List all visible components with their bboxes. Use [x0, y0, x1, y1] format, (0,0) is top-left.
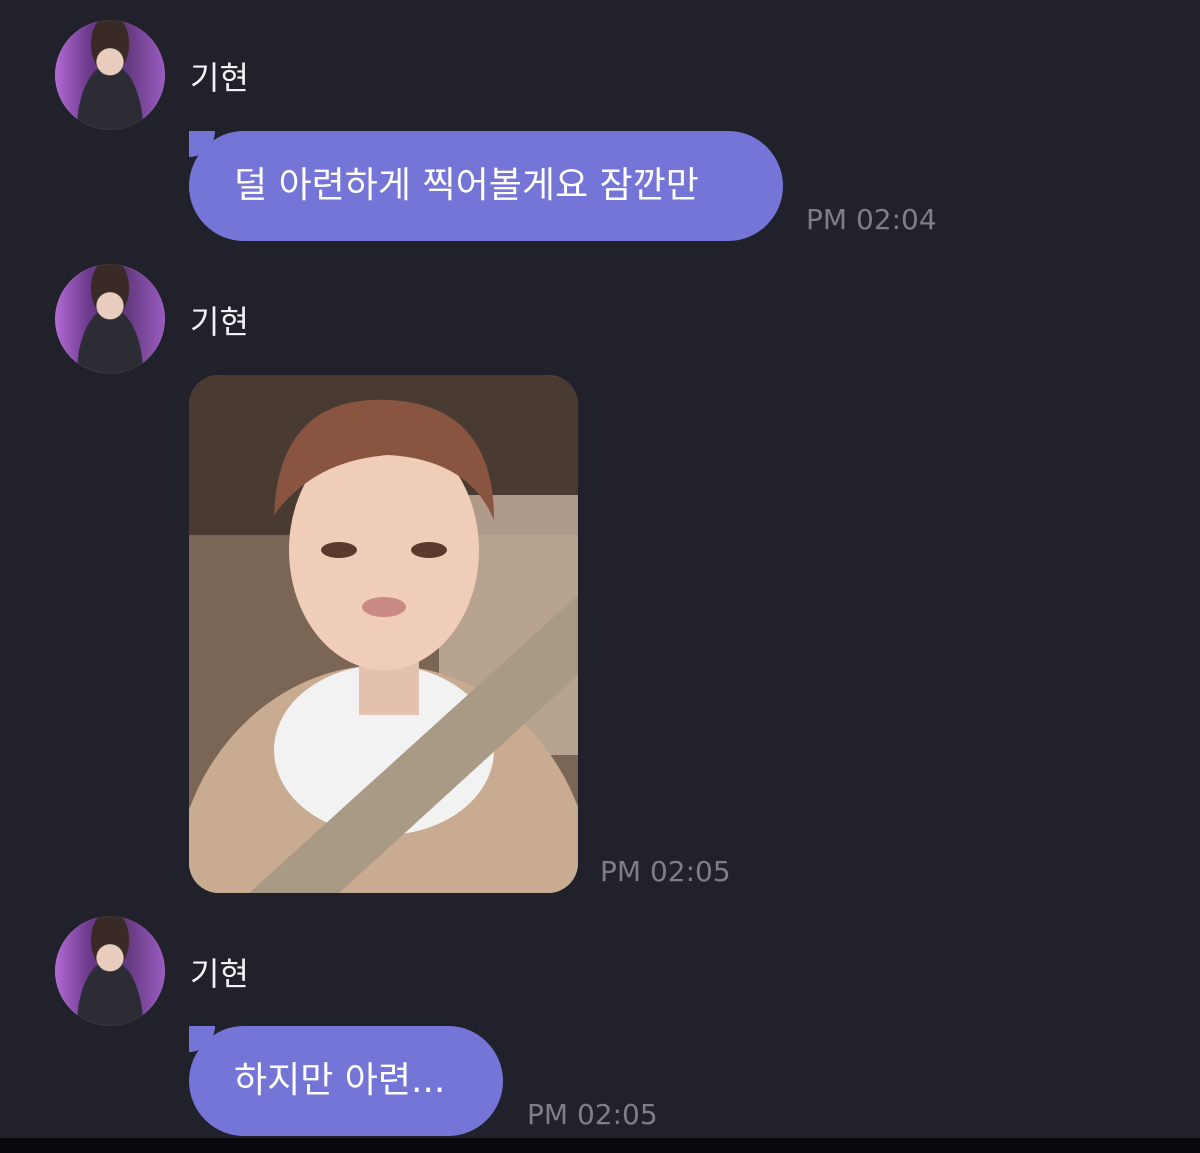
chat-thread: 기현 덜 아련하게 찍어볼게요 잠깐만 PM 02:04 기현 PM 02:05…	[0, 0, 1200, 1153]
bottom-edge	[0, 1138, 1200, 1153]
message-bubble[interactable]: 덜 아련하게 찍어볼게요 잠깐만	[189, 131, 783, 241]
sender-avatar[interactable]	[55, 916, 165, 1026]
message-timestamp: PM 02:05	[527, 1098, 658, 1131]
message-timestamp: PM 02:04	[806, 203, 937, 236]
sender-name: 기현	[190, 303, 249, 341]
sender-avatar[interactable]	[55, 264, 165, 374]
sender-name: 기현	[190, 59, 249, 97]
photo-message[interactable]	[189, 375, 578, 893]
selfie-photo-icon	[189, 375, 578, 893]
message-timestamp: PM 02:05	[600, 855, 731, 888]
sender-avatar[interactable]	[55, 20, 165, 130]
sender-name: 기현	[190, 955, 249, 993]
message-bubble[interactable]: 하지만 아련...	[189, 1026, 503, 1136]
